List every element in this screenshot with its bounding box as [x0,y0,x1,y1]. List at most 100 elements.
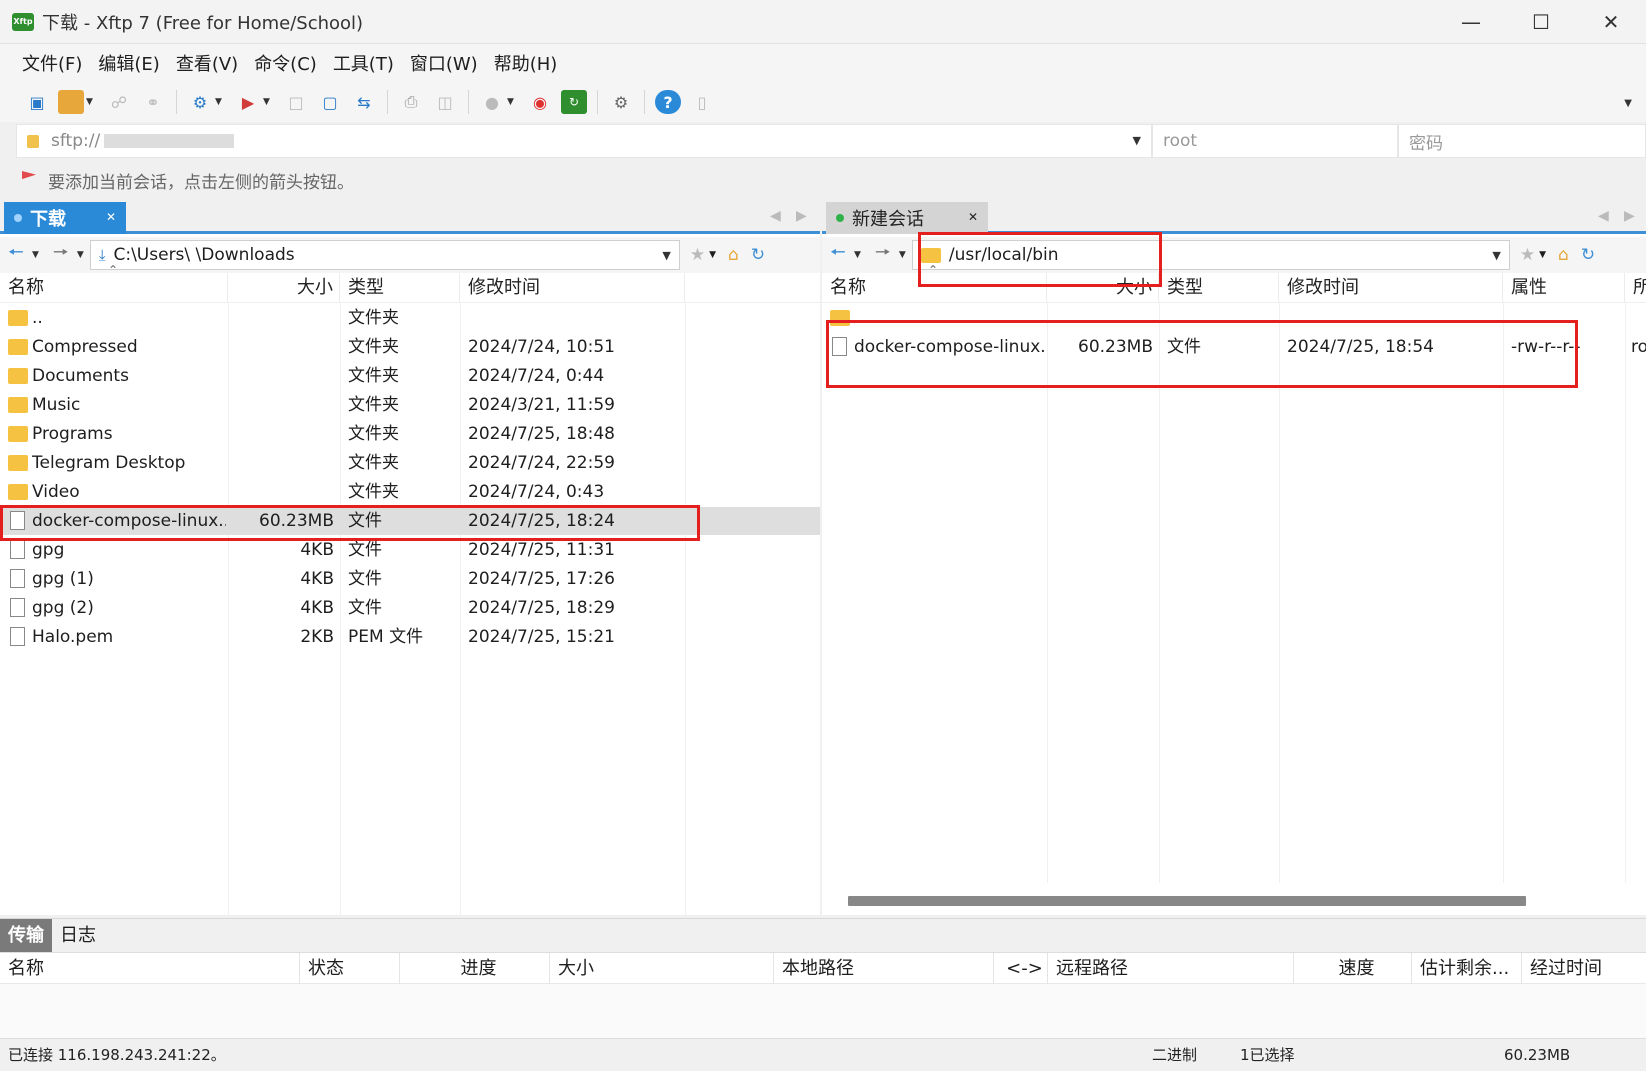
sync-icon[interactable]: ⇆ [351,90,377,114]
forward-arrow-icon[interactable]: 🠖 [875,240,897,270]
table-row[interactable]: gpg (2) 4KB 文件 2024/7/25, 18:29 [0,594,820,622]
close-window-button[interactable]: ✕ [1576,0,1646,44]
col-speed[interactable]: 速度 [1294,953,1412,985]
back-arrow-icon[interactable]: 🠔 [830,240,852,270]
minimize-button[interactable]: — [1436,0,1506,44]
favorite-star-icon[interactable]: ★ [1520,245,1535,265]
tab-scroll-left-icon[interactable]: ◀ [1598,208,1609,224]
import-icon[interactable]: ▢ [317,90,343,114]
flag-icon[interactable] [22,171,36,189]
favorite-dropdown-icon[interactable]: ▼ [1539,250,1546,260]
column-gridline [1503,303,1504,883]
print-icon[interactable]: ⎙ [398,90,424,114]
forward-arrow-icon[interactable]: 🠖 [53,240,75,270]
menu-file[interactable]: 文件(F) [14,50,90,76]
col-direction[interactable]: <-> [994,953,1048,985]
xshell-icon[interactable]: ◉ [527,90,553,114]
copy-icon[interactable]: ◫ [432,90,458,114]
username-input[interactable]: root [1152,124,1398,158]
home-folder-icon[interactable]: ⌂ [728,245,739,265]
col-modified[interactable]: 修改时间 [1279,273,1503,303]
col-transfer-size[interactable]: 大小 [550,953,774,985]
close-tab-icon[interactable]: ✕ [968,210,978,224]
menu-view[interactable]: 查看(V) [168,50,246,76]
remote-horizontal-scrollbar[interactable] [848,896,1526,906]
disconnect-icon[interactable]: ⚭ [140,90,166,114]
col-type[interactable]: 类型 [340,273,460,303]
col-owner[interactable]: 所 [1625,273,1646,303]
table-row[interactable]: .. 文件夹 [0,304,820,332]
reconnect-icon[interactable]: ☍ [106,90,132,114]
col-local-path[interactable]: 本地路径 [774,953,994,985]
local-path-input[interactable]: ⤓ C:\Users\ \Downloads ▼ [89,240,680,270]
table-row[interactable]: gpg (1) 4KB 文件 2024/7/25, 17:26 [0,565,820,593]
tab-log[interactable]: 日志 [52,919,104,953]
back-dropdown-icon[interactable]: ▼ [32,250,39,260]
col-name[interactable]: 名称 [0,273,228,303]
refresh-icon[interactable]: ↻ [751,245,765,265]
table-row[interactable]: Documents 文件夹 2024/7/24, 0:44 [0,362,820,390]
col-eta[interactable]: 估计剩余... [1412,953,1522,985]
back-dropdown-icon[interactable]: ▼ [854,250,861,260]
path-dropdown-icon[interactable]: ▼ [1492,249,1500,262]
col-transfer-status[interactable]: 状态 [300,953,400,985]
help-icon[interactable]: ? [655,90,681,114]
open-dropdown-icon[interactable]: ▼ [86,97,96,107]
col-remote-path[interactable]: 远程路径 [1048,953,1294,985]
new-session-icon[interactable]: ▣ [24,90,50,114]
file-type: 文件夹 [348,482,399,502]
table-row[interactable]: Compressed 文件夹 2024/7/24, 10:51 [0,333,820,361]
table-row[interactable]: Halo.pem 2KB PEM 文件 2024/7/25, 15:21 [0,623,820,651]
close-tab-icon[interactable]: ✕ [106,210,116,224]
favorite-star-icon[interactable]: ★ [690,245,705,265]
record-icon[interactable]: ● [479,90,505,114]
tab-scroll-left-icon[interactable]: ◀ [770,208,781,224]
host-dropdown-icon[interactable]: ▼ [1133,134,1141,147]
menu-tools[interactable]: 工具(T) [325,50,402,76]
remote-pane: 新建会话 ✕ ◀ ▶ 🠔 ▼ 🠖 ▼ /usr/local/bin ▼ ★ ▼ … [822,200,1646,915]
properties-dropdown-icon[interactable]: ▼ [215,97,225,107]
page-icon[interactable]: □ [283,90,309,114]
back-arrow-icon[interactable]: 🠔 [8,240,30,270]
terminal-icon[interactable]: ▶ [235,90,261,114]
forward-dropdown-icon[interactable]: ▼ [899,250,906,260]
settings-gear-icon[interactable]: ⚙ [608,90,634,114]
col-elapsed[interactable]: 经过时间 [1522,953,1646,985]
toolbar-separator [597,90,598,114]
tab-transfer[interactable]: 传输 [0,918,52,953]
col-transfer-progress[interactable]: 进度 [400,953,550,985]
table-row[interactable]: Telegram Desktop 文件夹 2024/7/24, 22:59 [0,449,820,477]
tab-local-downloads[interactable]: 下载 ✕ [4,202,126,234]
menu-help[interactable]: 帮助(H) [486,50,566,76]
col-transfer-name[interactable]: 名称 [0,953,300,985]
menu-edit[interactable]: 编辑(E) [90,50,167,76]
refresh-icon[interactable]: ↻ [1581,245,1595,265]
col-type[interactable]: 类型 [1159,273,1279,303]
tab-scroll-right-icon[interactable]: ▶ [796,208,807,224]
xftp-icon[interactable]: ↻ [561,90,587,114]
open-folder-icon[interactable] [58,90,84,114]
tab-remote-new-session[interactable]: 新建会话 ✕ [826,202,988,234]
maximize-button[interactable]: ☐ [1506,0,1576,44]
toolbar-overflow-icon[interactable]: ▼ [1624,98,1632,109]
chat-icon[interactable]: ▯ [689,90,715,114]
properties-icon[interactable]: ⚙ [187,90,213,114]
password-input[interactable]: 密码 [1398,124,1646,158]
record-dropdown-icon[interactable]: ▼ [507,97,517,107]
tab-scroll-right-icon[interactable]: ▶ [1624,208,1635,224]
col-size[interactable]: 大小 [228,273,340,303]
table-row[interactable]: Music 文件夹 2024/3/21, 11:59 [0,391,820,419]
file-size: 4KB [300,598,334,618]
col-attributes[interactable]: 属性 [1503,273,1625,303]
home-folder-icon[interactable]: ⌂ [1558,245,1569,265]
table-row[interactable]: Programs 文件夹 2024/7/25, 18:48 [0,420,820,448]
path-dropdown-icon[interactable]: ▼ [662,249,670,262]
terminal-dropdown-icon[interactable]: ▼ [263,97,273,107]
host-input[interactable]: sftp:// ▼ [16,124,1152,158]
forward-dropdown-icon[interactable]: ▼ [77,250,84,260]
col-modified[interactable]: 修改时间 [460,273,685,303]
favorite-dropdown-icon[interactable]: ▼ [709,250,716,260]
menu-window[interactable]: 窗口(W) [402,50,486,76]
menu-command[interactable]: 命令(C) [246,50,325,76]
table-row[interactable]: Video 文件夹 2024/7/24, 0:43 [0,478,820,506]
